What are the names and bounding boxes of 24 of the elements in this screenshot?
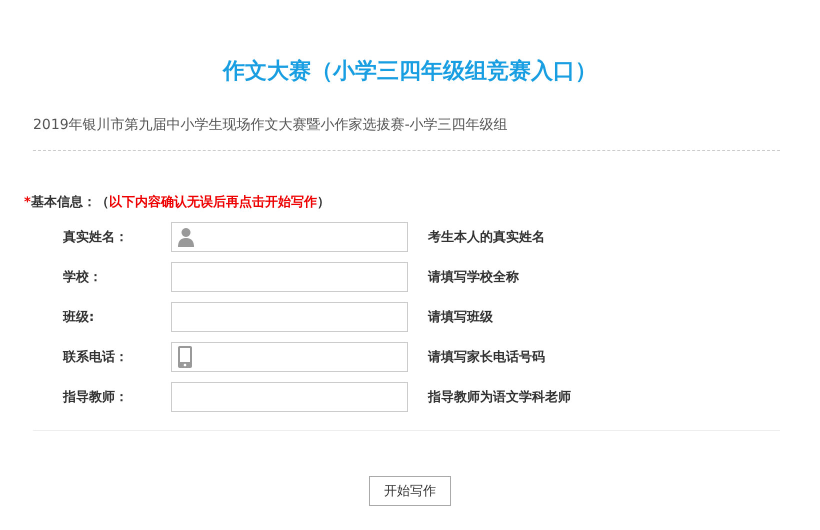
start-writing-button[interactable]: 开始写作 — [369, 476, 451, 506]
input-field[interactable] — [171, 382, 408, 412]
field-label: 真实姓名： — [63, 228, 129, 246]
field-hint: 请填写家长电话号码 — [428, 348, 545, 366]
contest-name: 2019年银川市第九届中小学生现场作文大赛暨小作家选拔赛-小学三四年级组 — [33, 116, 509, 135]
input-field[interactable] — [171, 302, 408, 332]
section-label: 基本信息：（ — [30, 194, 109, 212]
field-hint: 考生本人的真实姓名 — [428, 228, 545, 246]
field-label: 班级: — [63, 309, 96, 326]
input-field[interactable] — [171, 222, 408, 252]
page-title: 作文大赛（小学三四年级组竞赛入口） — [221, 58, 598, 86]
field-label: 指导教师： — [63, 389, 129, 406]
field-hint: 指导教师为语文学科老师 — [428, 388, 571, 406]
field-label: 联系电话： — [63, 348, 129, 366]
required-mark: * — [24, 194, 31, 212]
section-bracket: ） — [316, 194, 330, 212]
input-field[interactable] — [171, 342, 408, 372]
field-label: 学校： — [63, 269, 103, 286]
input-field[interactable] — [171, 262, 408, 292]
notice-text: 以下内容确认无误后再点击开始写作 — [108, 194, 317, 212]
phone-icon — [178, 346, 192, 368]
person-icon — [178, 227, 194, 247]
field-hint: 请填写学校全称 — [428, 269, 519, 286]
field-hint: 请填写班级 — [428, 309, 493, 326]
